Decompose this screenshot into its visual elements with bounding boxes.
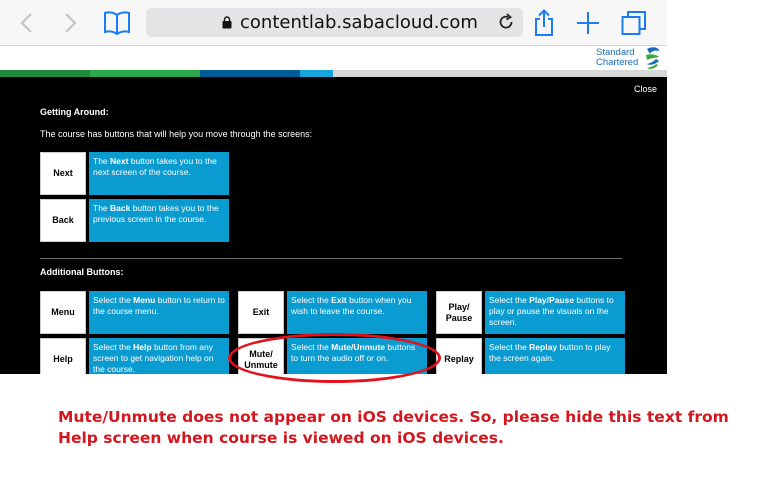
new-tab-icon[interactable] <box>573 8 603 38</box>
highlight-ellipse <box>228 333 441 383</box>
additional-buttons-title: Additional Buttons: <box>40 267 124 277</box>
exit-button[interactable]: Exit <box>238 291 284 334</box>
divider <box>40 258 622 259</box>
back-arrow-icon[interactable] <box>12 8 42 38</box>
desc-bold: Exit <box>331 295 347 305</box>
desc-bold: Menu <box>133 295 156 305</box>
menu-button[interactable]: Menu <box>40 291 86 334</box>
help-button[interactable]: Help <box>40 338 86 374</box>
stripe-segment <box>300 70 333 77</box>
next-button[interactable]: Next <box>40 152 86 195</box>
play-pause-label-line2: Pause <box>445 312 473 323</box>
menu-button-label: Menu <box>51 307 75 317</box>
share-icon[interactable] <box>529 8 559 38</box>
address-bar[interactable]: contentlab.sabacloud.com <box>146 8 523 37</box>
menu-description: Select the Menu button to return to the … <box>89 291 229 334</box>
stripe-segment <box>0 70 90 77</box>
replay-button-label: Replay <box>444 354 474 364</box>
back-button-label: Back <box>52 215 74 225</box>
back-button[interactable]: Back <box>40 199 86 242</box>
brand-bar: Standard Chartered <box>0 46 667 70</box>
desc-bold: Help <box>133 342 152 352</box>
reload-icon[interactable] <box>497 13 515 36</box>
next-button-label: Next <box>53 168 73 178</box>
stripe-segment <box>90 70 200 77</box>
help-panel: Close Getting Around: The course has but… <box>0 77 667 374</box>
desc-text: Select the <box>489 295 530 305</box>
getting-around-title: Getting Around: <box>40 107 109 117</box>
desc-text: Select the <box>489 342 530 352</box>
lock-icon <box>222 16 232 34</box>
tabs-icon[interactable] <box>619 8 649 38</box>
url-text: contentlab.sabacloud.com <box>240 12 478 33</box>
next-description: The Next button takes you to the next sc… <box>89 152 229 195</box>
forward-arrow-icon[interactable] <box>55 8 85 38</box>
browser-toolbar: contentlab.sabacloud.com <box>0 0 667 46</box>
stripe-segment <box>333 70 667 77</box>
desc-bold: Play/Pause <box>529 295 575 305</box>
exit-button-label: Exit <box>252 307 270 317</box>
brand-name: Standard Chartered <box>596 48 638 68</box>
desc-text: Select the <box>291 295 332 305</box>
replay-button[interactable]: Replay <box>436 338 482 374</box>
play-pause-button[interactable]: Play/ Pause <box>436 291 482 334</box>
annotation-note: Mute/Unmute does not appear on iOS devic… <box>58 408 729 447</box>
brand-line-2: Chartered <box>596 57 639 68</box>
desc-bold: Replay <box>529 342 558 352</box>
desc-bold: Next <box>110 156 129 166</box>
desc-bold: Back <box>110 203 131 213</box>
replay-description: Select the Replay button to play the scr… <box>485 338 625 374</box>
close-button[interactable]: Close <box>634 84 657 94</box>
desc-text: The <box>93 156 111 166</box>
exit-description: Select the Exit button when you wish to … <box>287 291 427 334</box>
getting-around-intro: The course has buttons that will help yo… <box>40 129 313 139</box>
desc-text: The <box>93 203 111 213</box>
stripe-segment <box>200 70 300 77</box>
play-pause-description: Select the Play/Pause buttons to play or… <box>485 291 625 334</box>
desc-text: Select the <box>93 342 134 352</box>
desc-text: Select the <box>93 295 134 305</box>
help-description: Select the Help button from any screen t… <box>89 338 229 374</box>
bookmarks-icon[interactable] <box>102 8 132 38</box>
back-description: The Back button takes you to the previou… <box>89 199 229 242</box>
play-pause-label-line1: Play/ <box>448 301 470 312</box>
color-stripe <box>0 70 667 77</box>
help-button-label: Help <box>53 354 73 364</box>
